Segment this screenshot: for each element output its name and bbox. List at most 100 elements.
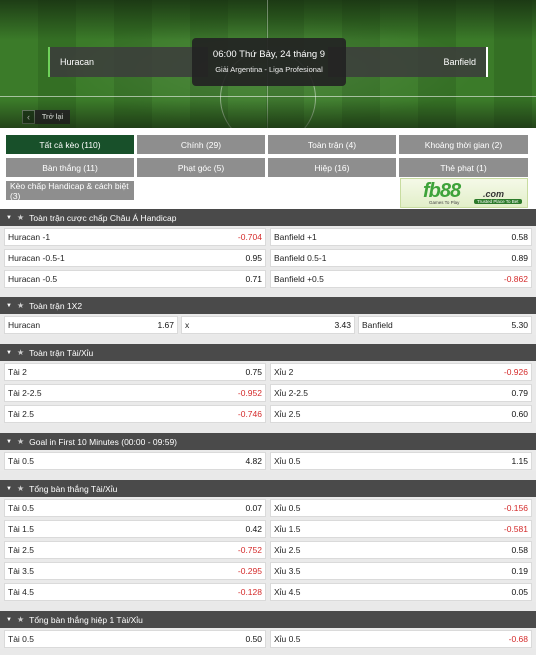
favorite-star-icon[interactable]: ★ <box>17 301 24 310</box>
odds-value: 3.43 <box>334 320 351 330</box>
selection-label: Xỉu 1.5 <box>274 524 301 534</box>
home-team-name: Huracan <box>60 57 95 67</box>
filter-handicap-margin[interactable]: Kèo chấp Handicap & cách biệt (3) <box>6 181 134 201</box>
odds-value: 0.71 <box>245 274 262 284</box>
odds-selection[interactable]: Banfield 0.5-1 0.89 <box>270 249 532 267</box>
filter-time-period[interactable]: Khoảng thời gian (2) <box>399 135 528 154</box>
odds-row: Huracan -0.5-1 0.95 Banfield 0.5-1 0.89 <box>0 247 536 268</box>
odds-selection[interactable]: Xỉu 2 -0.926 <box>270 363 532 381</box>
market-header[interactable]: ▼ ★ Goal in First 10 Minutes (00:00 - 09:5… <box>0 433 536 450</box>
collapse-caret-icon[interactable]: ▼ <box>6 617 12 623</box>
odds-selection[interactable]: Huracan 1.67 <box>4 316 178 334</box>
collapse-caret-icon[interactable]: ▼ <box>6 439 12 445</box>
odds-selection[interactable]: Tài 2-2.5 -0.952 <box>4 384 266 402</box>
odds-selection[interactable]: Tài 3.5 -0.295 <box>4 562 266 580</box>
odds-selection[interactable]: Banfield 5.30 <box>358 316 532 334</box>
odds-selection[interactable]: x 3.43 <box>181 316 355 334</box>
odds-value: 1.67 <box>157 320 174 330</box>
selection-label: Banfield +0.5 <box>274 274 324 284</box>
collapse-caret-icon[interactable]: ▼ <box>6 303 12 309</box>
odds-value: 0.50 <box>245 634 262 644</box>
favorite-star-icon[interactable]: ★ <box>17 437 24 446</box>
odds-value: 0.89 <box>511 253 528 263</box>
market-header[interactable]: ▼ ★ Tổng bàn thắng hiệp 1 Tài/Xỉu <box>0 611 536 628</box>
odds-selection[interactable]: Tài 2 0.75 <box>4 363 266 381</box>
filter-all[interactable]: Tất cả kèo (110) <box>6 135 134 154</box>
odds-selection[interactable]: Tài 4.5 -0.128 <box>4 583 266 601</box>
odds-selection[interactable]: Tài 0.5 4.82 <box>4 452 266 470</box>
odds-value: -0.156 <box>503 503 528 513</box>
market-section: ▼ ★ Toàn trận Tài/Xỉu Tài 2 0.75 Xỉu 2 -0.926 T… <box>0 344 536 424</box>
filter-main[interactable]: Chính (29) <box>137 135 265 154</box>
favorite-star-icon[interactable]: ★ <box>17 615 24 624</box>
odds-selection[interactable]: Xỉu 2.5 0.58 <box>270 541 532 559</box>
odds-value: -0.128 <box>237 587 262 597</box>
odds-selection[interactable]: Huracan -0.5-1 0.95 <box>4 249 266 267</box>
odds-selection[interactable]: Xỉu 3.5 0.19 <box>270 562 532 580</box>
selection-label: Huracan -0.5-1 <box>8 253 65 263</box>
market-header[interactable]: ▼ ★ Tổng bàn thắng Tài/Xỉu <box>0 480 536 497</box>
odds-value: -0.746 <box>237 409 262 419</box>
odds-selection[interactable]: Xỉu 1.5 -0.581 <box>270 520 532 538</box>
odds-selection[interactable]: Xỉu 0.5 1.15 <box>270 452 532 470</box>
odds-row: Tài 0.5 0.07 Xỉu 0.5 -0.156 <box>0 497 536 518</box>
odds-selection[interactable]: Xỉu 2.5 0.60 <box>270 405 532 423</box>
odds-selection[interactable]: Tài 0.5 0.07 <box>4 499 266 517</box>
filter-full-match[interactable]: Toàn trận (4) <box>268 135 396 154</box>
favorite-star-icon[interactable]: ★ <box>17 213 24 222</box>
odds-selection[interactable]: Tài 1.5 0.42 <box>4 520 266 538</box>
odds-row: Tài 3.5 -0.295 Xỉu 3.5 0.19 <box>0 560 536 581</box>
odds-value: -0.581 <box>503 524 528 534</box>
market-header[interactable]: ▼ ★ Toàn trận Tài/Xỉu <box>0 344 536 361</box>
odds-selection[interactable]: Xỉu 0.5 -0.68 <box>270 630 532 648</box>
selection-label: Tài 2.5 <box>8 545 34 555</box>
match-datetime: 06:00 Thứ Bảy, 24 tháng 9 <box>212 49 326 60</box>
odds-selection[interactable]: Banfield +1 0.58 <box>270 228 532 246</box>
collapse-caret-icon[interactable]: ▼ <box>6 350 12 356</box>
odds-row: Tài 2.5 -0.752 Xỉu 2.5 0.58 <box>0 539 536 560</box>
odds-selection[interactable]: Tài 2.5 -0.752 <box>4 541 266 559</box>
market-header[interactable]: ▼ ★ Toàn trận 1X2 <box>0 297 536 314</box>
selection-label: Tài 1.5 <box>8 524 34 534</box>
odds-selection[interactable]: Tài 0.5 0.50 <box>4 630 266 648</box>
filter-goals[interactable]: Bàn thắng (11) <box>6 158 134 177</box>
filter-cards[interactable]: Thẻ phạt (1) <box>399 158 528 177</box>
home-team: Huracan <box>48 47 208 77</box>
odds-selection[interactable]: Xỉu 0.5 -0.156 <box>270 499 532 517</box>
odds-selection[interactable]: Huracan -1 -0.704 <box>4 228 266 246</box>
selection-label: Tài 0.5 <box>8 634 34 644</box>
collapse-caret-icon[interactable]: ▼ <box>6 486 12 492</box>
odds-selection[interactable]: Xỉu 4.5 0.05 <box>270 583 532 601</box>
odds-selection[interactable]: Banfield +0.5 -0.862 <box>270 270 532 288</box>
back-button[interactable]: ‹ Trở lại <box>22 110 71 124</box>
selection-label: Tài 2-2.5 <box>8 388 42 398</box>
market-header[interactable]: ▼ ★ Toàn trận cược chấp Châu Á Handicap <box>0 209 536 226</box>
odds-value: 5.30 <box>511 320 528 330</box>
odds-row: Huracan 1.67 x 3.43 Banfield 5.30 <box>0 314 536 335</box>
selection-label: Tài 0.5 <box>8 503 34 513</box>
filter-halves[interactable]: Hiệp (16) <box>268 158 396 177</box>
odds-value: 1.15 <box>511 456 528 466</box>
selection-label: Banfield 0.5-1 <box>274 253 327 263</box>
odds-selection[interactable]: Huracan -0.5 0.71 <box>4 270 266 288</box>
chevron-left-icon: ‹ <box>22 110 35 124</box>
favorite-star-icon[interactable]: ★ <box>17 484 24 493</box>
favorite-star-icon[interactable]: ★ <box>17 348 24 357</box>
market-title: Goal in First 10 Minutes (00:00 - 09:59) <box>29 436 177 447</box>
match-league: Giải Argentina - Liga Profesional <box>215 65 323 74</box>
fb88-tagline-badge: Trusted Place To Bet <box>474 199 522 204</box>
market-title: Toàn trận 1X2 <box>29 300 83 311</box>
odds-selection[interactable]: Xỉu 2-2.5 0.79 <box>270 384 532 402</box>
odds-value: 0.19 <box>511 566 528 576</box>
filter-corners[interactable]: Phạt góc (5) <box>137 158 265 177</box>
odds-value: -0.295 <box>237 566 262 576</box>
selection-label: Xỉu 2-2.5 <box>274 388 309 398</box>
collapse-caret-icon[interactable]: ▼ <box>6 215 12 221</box>
fb88-banner[interactable]: fb88 .com Games To Play Trusted Place To… <box>400 178 528 208</box>
market-title: Tổng bàn thắng hiệp 1 Tài/Xỉu <box>29 614 143 625</box>
odds-value: 0.79 <box>511 388 528 398</box>
back-label: Trở lại <box>35 110 71 124</box>
selection-label: Huracan -0.5 <box>8 274 58 284</box>
odds-value: -0.68 <box>508 634 528 644</box>
odds-selection[interactable]: Tài 2.5 -0.746 <box>4 405 266 423</box>
